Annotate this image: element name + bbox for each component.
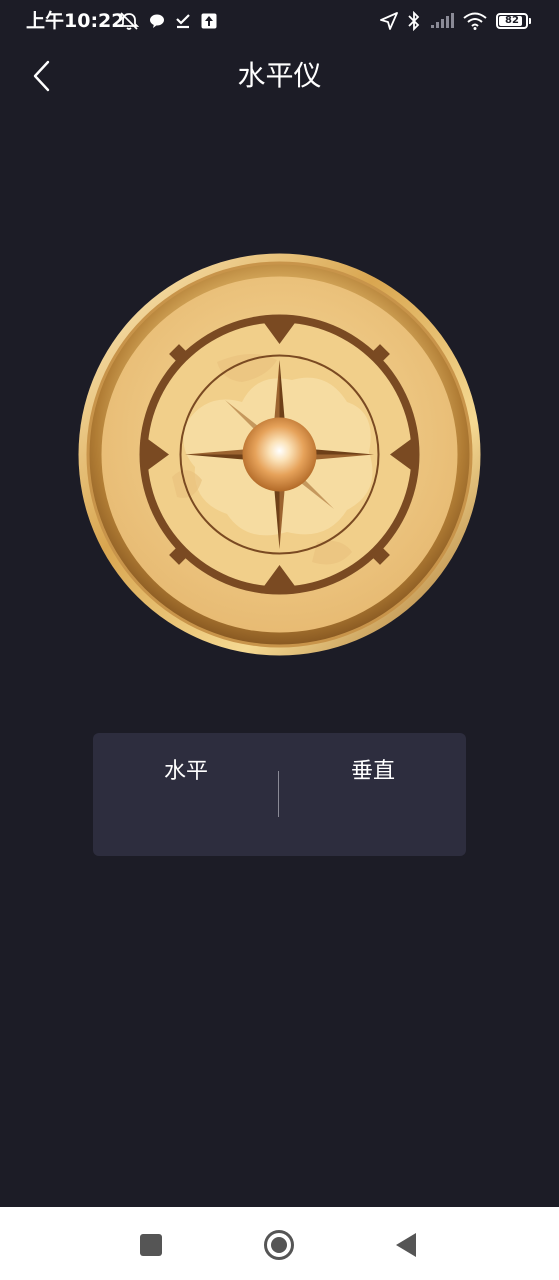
system-navigation-bar (0, 1207, 559, 1280)
mode-panel: 水平 垂直 (93, 733, 466, 856)
back-nav-button[interactable] (386, 1225, 426, 1265)
page-title: 水平仪 (237, 59, 322, 92)
title-bar: 水平仪 (0, 48, 559, 104)
home-icon (264, 1230, 294, 1260)
status-time: 上午10:22 (26, 10, 125, 32)
recent-apps-icon (140, 1234, 162, 1256)
wifi-icon (463, 12, 487, 30)
battery-icon: 82 (496, 13, 531, 29)
status-system-icons: 82 (380, 10, 531, 32)
compass-icon (78, 253, 481, 656)
signal-icon (430, 13, 454, 29)
location-arrow-icon (380, 12, 398, 30)
horizontal-mode-button[interactable]: 水平 (93, 757, 279, 787)
status-notification-icons (118, 10, 218, 32)
chat-bubble-icon (148, 12, 166, 30)
alarm-off-icon (118, 11, 140, 31)
status-bar: 上午10:22 82 (0, 0, 559, 44)
upload-icon (200, 12, 218, 30)
back-icon (396, 1233, 416, 1257)
mode-divider (278, 771, 279, 817)
check-list-icon (174, 12, 192, 30)
compass-level-dial (77, 252, 482, 657)
bluetooth-icon (407, 11, 421, 31)
battery-indicator: 82 (496, 13, 528, 29)
recent-apps-button[interactable] (131, 1225, 171, 1265)
battery-level: 82 (505, 15, 519, 26)
home-button[interactable] (259, 1225, 299, 1265)
vertical-mode-button[interactable]: 垂直 (280, 757, 466, 787)
